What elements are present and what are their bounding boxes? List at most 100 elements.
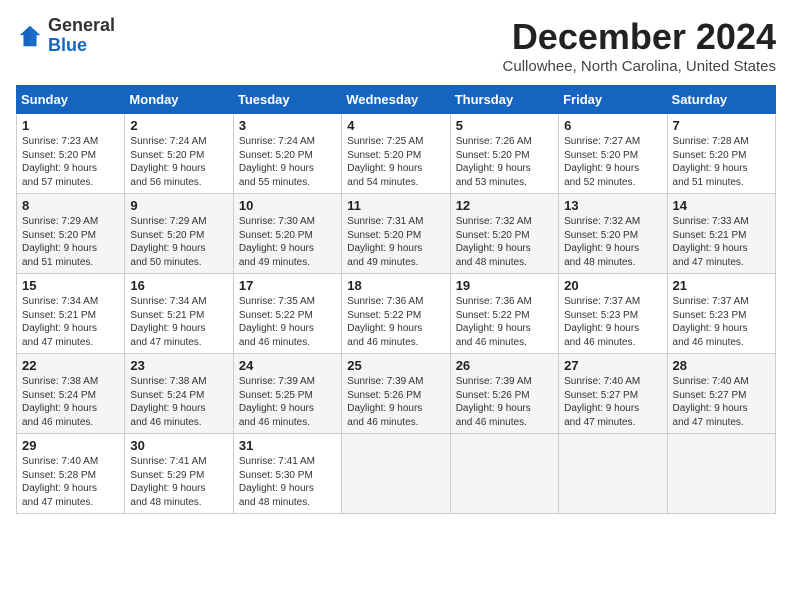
header-monday: Monday (125, 86, 233, 114)
calendar-subtitle: Cullowhee, North Carolina, United States (503, 58, 776, 75)
cell-text: Sunrise: 7:36 AMSunset: 5:22 PMDaylight:… (456, 296, 532, 348)
table-row: 12 Sunrise: 7:32 AMSunset: 5:20 PMDaylig… (450, 194, 558, 274)
cell-text: Sunrise: 7:30 AMSunset: 5:20 PMDaylight:… (239, 216, 315, 268)
table-row: 4 Sunrise: 7:25 AMSunset: 5:20 PMDayligh… (342, 114, 450, 194)
day-number: 12 (456, 198, 553, 213)
day-number: 1 (22, 118, 119, 133)
cell-text: Sunrise: 7:24 AMSunset: 5:20 PMDaylight:… (130, 136, 206, 188)
title-area: December 2024 Cullowhee, North Carolina,… (503, 16, 776, 75)
day-number: 4 (347, 118, 444, 133)
cell-text: Sunrise: 7:29 AMSunset: 5:20 PMDaylight:… (130, 216, 206, 268)
cell-text: Sunrise: 7:40 AMSunset: 5:27 PMDaylight:… (564, 376, 640, 428)
cell-text: Sunrise: 7:32 AMSunset: 5:20 PMDaylight:… (456, 216, 532, 268)
day-number: 15 (22, 278, 119, 293)
table-row: 24 Sunrise: 7:39 AMSunset: 5:25 PMDaylig… (233, 354, 341, 434)
table-row: 11 Sunrise: 7:31 AMSunset: 5:20 PMDaylig… (342, 194, 450, 274)
table-row: 2 Sunrise: 7:24 AMSunset: 5:20 PMDayligh… (125, 114, 233, 194)
table-row: 18 Sunrise: 7:36 AMSunset: 5:22 PMDaylig… (342, 274, 450, 354)
table-row: 8 Sunrise: 7:29 AMSunset: 5:20 PMDayligh… (17, 194, 125, 274)
day-number: 22 (22, 358, 119, 373)
table-row: 7 Sunrise: 7:28 AMSunset: 5:20 PMDayligh… (667, 114, 775, 194)
day-number: 29 (22, 438, 119, 453)
cell-text: Sunrise: 7:23 AMSunset: 5:20 PMDaylight:… (22, 136, 98, 188)
day-number: 5 (456, 118, 553, 133)
day-number: 3 (239, 118, 336, 133)
table-row: 5 Sunrise: 7:26 AMSunset: 5:20 PMDayligh… (450, 114, 558, 194)
cell-text: Sunrise: 7:36 AMSunset: 5:22 PMDaylight:… (347, 296, 423, 348)
table-row: 29 Sunrise: 7:40 AMSunset: 5:28 PMDaylig… (17, 434, 125, 514)
cell-text: Sunrise: 7:38 AMSunset: 5:24 PMDaylight:… (130, 376, 206, 428)
day-number: 17 (239, 278, 336, 293)
weekday-header-row: Sunday Monday Tuesday Wednesday Thursday… (17, 86, 776, 114)
table-row: 20 Sunrise: 7:37 AMSunset: 5:23 PMDaylig… (559, 274, 667, 354)
table-row: 30 Sunrise: 7:41 AMSunset: 5:29 PMDaylig… (125, 434, 233, 514)
cell-text: Sunrise: 7:34 AMSunset: 5:21 PMDaylight:… (130, 296, 206, 348)
table-row: 27 Sunrise: 7:40 AMSunset: 5:27 PMDaylig… (559, 354, 667, 434)
day-number: 11 (347, 198, 444, 213)
table-row: 28 Sunrise: 7:40 AMSunset: 5:27 PMDaylig… (667, 354, 775, 434)
day-number: 30 (130, 438, 227, 453)
cell-text: Sunrise: 7:26 AMSunset: 5:20 PMDaylight:… (456, 136, 532, 188)
table-row: 16 Sunrise: 7:34 AMSunset: 5:21 PMDaylig… (125, 274, 233, 354)
day-number: 10 (239, 198, 336, 213)
cell-text: Sunrise: 7:39 AMSunset: 5:26 PMDaylight:… (347, 376, 423, 428)
day-number: 24 (239, 358, 336, 373)
day-number: 9 (130, 198, 227, 213)
day-number: 16 (130, 278, 227, 293)
cell-text: Sunrise: 7:27 AMSunset: 5:20 PMDaylight:… (564, 136, 640, 188)
header-thursday: Thursday (450, 86, 558, 114)
cell-text: Sunrise: 7:34 AMSunset: 5:21 PMDaylight:… (22, 296, 98, 348)
table-row (450, 434, 558, 514)
cell-text: Sunrise: 7:32 AMSunset: 5:20 PMDaylight:… (564, 216, 640, 268)
cell-text: Sunrise: 7:39 AMSunset: 5:26 PMDaylight:… (456, 376, 532, 428)
table-row (667, 434, 775, 514)
day-number: 6 (564, 118, 661, 133)
table-row: 9 Sunrise: 7:29 AMSunset: 5:20 PMDayligh… (125, 194, 233, 274)
header-saturday: Saturday (667, 86, 775, 114)
day-number: 13 (564, 198, 661, 213)
cell-text: Sunrise: 7:41 AMSunset: 5:30 PMDaylight:… (239, 456, 315, 508)
table-row: 14 Sunrise: 7:33 AMSunset: 5:21 PMDaylig… (667, 194, 775, 274)
cell-text: Sunrise: 7:24 AMSunset: 5:20 PMDaylight:… (239, 136, 315, 188)
logo-icon (16, 22, 44, 50)
table-row: 15 Sunrise: 7:34 AMSunset: 5:21 PMDaylig… (17, 274, 125, 354)
day-number: 27 (564, 358, 661, 373)
cell-text: Sunrise: 7:40 AMSunset: 5:28 PMDaylight:… (22, 456, 98, 508)
table-row: 21 Sunrise: 7:37 AMSunset: 5:23 PMDaylig… (667, 274, 775, 354)
cell-text: Sunrise: 7:39 AMSunset: 5:25 PMDaylight:… (239, 376, 315, 428)
cell-text: Sunrise: 7:25 AMSunset: 5:20 PMDaylight:… (347, 136, 423, 188)
day-number: 7 (673, 118, 770, 133)
table-row: 3 Sunrise: 7:24 AMSunset: 5:20 PMDayligh… (233, 114, 341, 194)
day-number: 19 (456, 278, 553, 293)
cell-text: Sunrise: 7:31 AMSunset: 5:20 PMDaylight:… (347, 216, 423, 268)
logo-blue: Blue (48, 35, 87, 55)
table-row: 13 Sunrise: 7:32 AMSunset: 5:20 PMDaylig… (559, 194, 667, 274)
cell-text: Sunrise: 7:35 AMSunset: 5:22 PMDaylight:… (239, 296, 315, 348)
table-row: 19 Sunrise: 7:36 AMSunset: 5:22 PMDaylig… (450, 274, 558, 354)
day-number: 20 (564, 278, 661, 293)
table-row: 17 Sunrise: 7:35 AMSunset: 5:22 PMDaylig… (233, 274, 341, 354)
header: General Blue December 2024 Cullowhee, No… (16, 16, 776, 75)
cell-text: Sunrise: 7:40 AMSunset: 5:27 PMDaylight:… (673, 376, 749, 428)
header-friday: Friday (559, 86, 667, 114)
logo-general: General (48, 15, 115, 35)
table-row: 1 Sunrise: 7:23 AMSunset: 5:20 PMDayligh… (17, 114, 125, 194)
table-row (559, 434, 667, 514)
cell-text: Sunrise: 7:41 AMSunset: 5:29 PMDaylight:… (130, 456, 206, 508)
calendar-title: December 2024 (503, 16, 776, 58)
cell-text: Sunrise: 7:29 AMSunset: 5:20 PMDaylight:… (22, 216, 98, 268)
header-sunday: Sunday (17, 86, 125, 114)
table-row: 10 Sunrise: 7:30 AMSunset: 5:20 PMDaylig… (233, 194, 341, 274)
logo-text: General Blue (48, 16, 115, 56)
day-number: 31 (239, 438, 336, 453)
logo: General Blue (16, 16, 115, 56)
table-row: 22 Sunrise: 7:38 AMSunset: 5:24 PMDaylig… (17, 354, 125, 434)
cell-text: Sunrise: 7:28 AMSunset: 5:20 PMDaylight:… (673, 136, 749, 188)
calendar-header: Sunday Monday Tuesday Wednesday Thursday… (17, 86, 776, 114)
day-number: 26 (456, 358, 553, 373)
calendar-body: 1 Sunrise: 7:23 AMSunset: 5:20 PMDayligh… (17, 114, 776, 514)
table-row: 23 Sunrise: 7:38 AMSunset: 5:24 PMDaylig… (125, 354, 233, 434)
header-wednesday: Wednesday (342, 86, 450, 114)
day-number: 23 (130, 358, 227, 373)
cell-text: Sunrise: 7:38 AMSunset: 5:24 PMDaylight:… (22, 376, 98, 428)
